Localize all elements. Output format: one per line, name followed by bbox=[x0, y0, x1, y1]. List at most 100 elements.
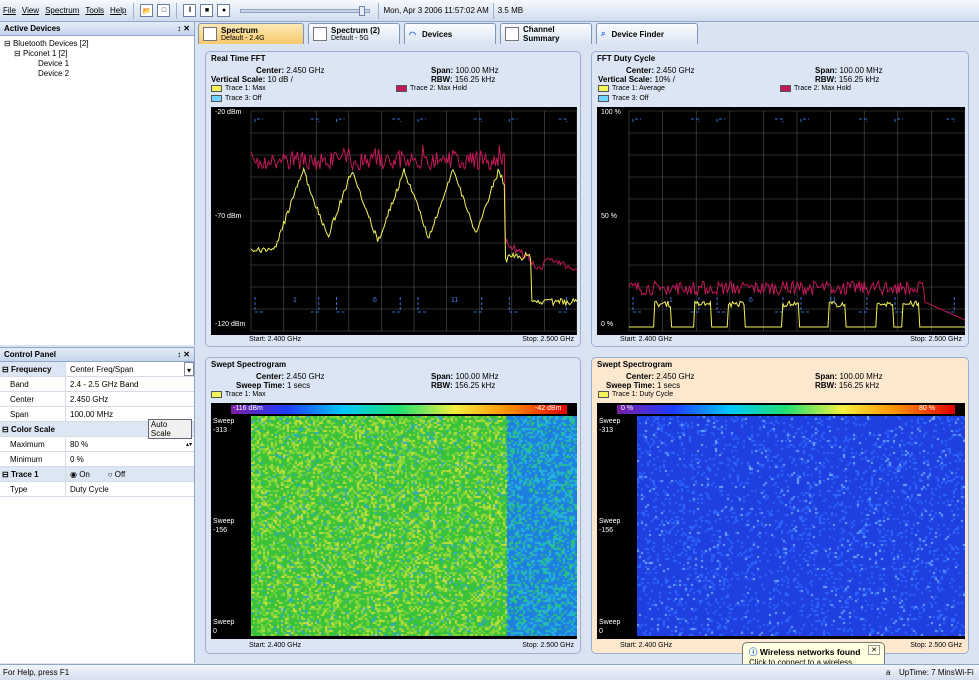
fft-legend-trace3[interactable]: Trace 3: Off bbox=[211, 95, 262, 102]
fft-rbw: RBW: 156.25 kHz bbox=[431, 75, 496, 84]
band-row: Band 2.4 - 2.5 GHz Band bbox=[0, 377, 194, 392]
minimum-value[interactable]: 0 % bbox=[66, 455, 194, 464]
menu-help[interactable]: Help bbox=[107, 6, 129, 15]
fft-pane: Real Time FFT Center: 2.450 GHz Span: 10… bbox=[205, 51, 581, 347]
center-label: Center bbox=[0, 392, 66, 406]
spec2-legend-swatch-yellow bbox=[598, 391, 609, 398]
fft-start: Start: 2.400 GHz bbox=[249, 336, 302, 343]
color-scale-bar bbox=[231, 405, 567, 414]
spec1-rbw: RBW: 156.25 kHz bbox=[431, 381, 496, 390]
spec1-legend-trace1[interactable]: Trace 1: Max bbox=[211, 391, 266, 398]
spec1-legend-swatch-yellow bbox=[211, 391, 222, 398]
spec1-center: Center: 2.450 GHz bbox=[256, 372, 325, 381]
minimum-row: Minimum 0 % bbox=[0, 452, 194, 467]
span-value[interactable]: 100.00 MHz bbox=[66, 410, 194, 419]
control-panel: Control Panel ↕ ✕ ⊟ Frequency Center Fre… bbox=[0, 347, 195, 663]
collapse-icon[interactable]: ⊟ bbox=[4, 39, 11, 48]
status-fragment: a bbox=[886, 668, 891, 677]
fft-plot[interactable]: -20 dBm -70 dBm -120 dBm 1 6 11 bbox=[211, 107, 577, 335]
duty-center: Center: 2.450 GHz bbox=[626, 66, 695, 75]
tree-item-bluetooth[interactable]: ⊟ Bluetooth Devices [2] bbox=[4, 39, 190, 49]
duty-legend-trace3[interactable]: Trace 3: Off bbox=[598, 95, 649, 102]
tab-devices[interactable]: ◠ Devices bbox=[404, 23, 496, 44]
duty-vscale: Vertical Scale: 10% / bbox=[598, 75, 675, 84]
tab-spectrum[interactable]: Spectrum Default - 2.4G bbox=[198, 23, 304, 44]
channel-marker bbox=[800, 118, 868, 313]
window-icon[interactable]: □ bbox=[157, 4, 171, 17]
wifi-icon: ◠ bbox=[409, 29, 416, 39]
duty-title: FFT Duty Cycle bbox=[597, 54, 656, 63]
fft-legend-swatch-yellow bbox=[211, 85, 222, 92]
band-value[interactable]: 2.4 - 2.5 GHz Band bbox=[66, 380, 194, 389]
spec1-sweep-mid: Sweep -156 bbox=[213, 518, 235, 534]
spectrogram-1-image bbox=[251, 416, 577, 636]
spectrogram-1-plot[interactable]: -116 dBm -42 dBm Sweep -313 Sweep -156 Swe… bbox=[211, 403, 577, 639]
frequency-row: ⊟ Frequency Center Freq/Span ▾ bbox=[0, 362, 194, 377]
status-wifi: Wi-Fi bbox=[955, 668, 974, 677]
span-label: Span bbox=[0, 407, 66, 421]
channel-marker bbox=[716, 118, 784, 313]
duty-channel-11: 11 bbox=[829, 297, 837, 304]
duty-legend-trace2[interactable]: Trace 2: Max Hold bbox=[780, 85, 851, 92]
device-finder-icon: ⌕ bbox=[601, 29, 606, 38]
spec2-center: Center: 2.450 GHz bbox=[626, 372, 695, 381]
collapse-icon[interactable]: ⊟ bbox=[14, 49, 21, 58]
tree-item-piconet[interactable]: ⊟ Piconet 1 [2] bbox=[4, 49, 190, 59]
duty-y-bot: 0 % bbox=[601, 321, 614, 328]
fft-legend-trace2[interactable]: Trace 2: Max Hold bbox=[396, 85, 467, 92]
spec2-span: Span: 100.00 MHz bbox=[815, 372, 883, 381]
frequency-select[interactable]: Center Freq/Span ▾ bbox=[66, 362, 194, 376]
channel-marker bbox=[894, 118, 955, 313]
spec1-stop: Stop: 2.500 GHz bbox=[522, 642, 574, 649]
radio-off[interactable]: ○ Off bbox=[108, 470, 126, 479]
type-value[interactable]: Duty Cycle bbox=[66, 485, 194, 494]
spec2-legend-trace1[interactable]: Trace 1: Duty Cycle bbox=[598, 391, 673, 398]
spin-icon[interactable]: ▴▾ bbox=[186, 441, 194, 448]
info-icon: ⓘ bbox=[749, 647, 758, 657]
tree-label-bluetooth: Bluetooth Devices [2] bbox=[12, 39, 89, 48]
center-value[interactable]: 2.450 GHz bbox=[66, 395, 194, 404]
menu-view[interactable]: View bbox=[19, 6, 42, 15]
spec2-sweep-mid: Sweep -156 bbox=[599, 518, 621, 534]
spec2-sweep-top: Sweep -313 bbox=[599, 418, 621, 434]
record-icon[interactable]: ● bbox=[217, 4, 231, 17]
tree-item-device2[interactable]: Device 2 bbox=[4, 69, 190, 79]
duty-legend-trace1[interactable]: Trace 1: Average bbox=[598, 85, 665, 92]
spec1-start: Start: 2.400 GHz bbox=[249, 642, 302, 649]
radio-on[interactable]: ◉ On bbox=[70, 470, 90, 479]
duty-plot[interactable]: 100 % 50 % 0 % 1 6 11 bbox=[597, 107, 965, 335]
spectrogram-2-plot[interactable]: 0 % 80 % Sweep -313 Sweep -156 Sweep 0 bbox=[597, 403, 965, 639]
fft-legend-trace1[interactable]: Trace 1: Max bbox=[211, 85, 266, 92]
menu-tools[interactable]: Tools bbox=[82, 6, 107, 15]
auto-scale-button[interactable]: Auto Scale bbox=[147, 419, 192, 439]
slider-knob[interactable] bbox=[359, 5, 366, 16]
menu-file[interactable]: File bbox=[0, 6, 19, 15]
pin-close-icon[interactable]: ↕ ✕ bbox=[177, 350, 190, 359]
tab-channel-summary[interactable]: Channel Summary bbox=[500, 23, 592, 44]
spec1-sweep-time: Sweep Time: 1 secs bbox=[236, 381, 311, 390]
tree-item-device1[interactable]: Device 1 bbox=[4, 59, 190, 69]
chevron-down-icon[interactable]: ▾ bbox=[183, 362, 194, 376]
pause-icon[interactable]: ‖ bbox=[183, 4, 197, 17]
fft-span: Span: 100.00 MHz bbox=[431, 66, 499, 75]
datetime-display: Mon, Apr 3 2006 11:57:02 AM bbox=[378, 2, 492, 19]
maximum-value[interactable]: 80 % bbox=[66, 440, 186, 449]
tab-spectrum-2[interactable]: Spectrum (2) Default - 5G bbox=[308, 23, 400, 44]
open-folder-icon[interactable]: 📂 bbox=[140, 4, 154, 17]
tab-device-finder[interactable]: ⌕ Device Finder bbox=[596, 23, 698, 44]
duty-channel-1: 1 bbox=[669, 297, 673, 304]
menu-spectrum[interactable]: Spectrum bbox=[42, 6, 82, 15]
toolbar-separator bbox=[133, 2, 135, 19]
pin-close-icon[interactable]: ↕ ✕ bbox=[177, 24, 190, 33]
duty-rbw: RBW: 156.25 kHz bbox=[815, 75, 880, 84]
spectrum-icon bbox=[203, 27, 217, 41]
fft-y-bot: -120 dBm bbox=[215, 321, 246, 328]
close-icon[interactable]: ✕ bbox=[868, 645, 880, 655]
duty-stop: Stop: 2.500 GHz bbox=[910, 336, 962, 343]
spectrogram-2-image bbox=[637, 416, 965, 636]
color-scale-row: ⊟ Color Scale Auto Scale bbox=[0, 419, 194, 439]
spectrogram-2-pane: Swept Spectrogram Center: 2.450 GHz Span… bbox=[591, 357, 969, 654]
stop-icon[interactable]: ■ bbox=[200, 4, 214, 17]
playback-slider[interactable] bbox=[240, 5, 371, 16]
duty-y-top: 100 % bbox=[601, 109, 621, 116]
